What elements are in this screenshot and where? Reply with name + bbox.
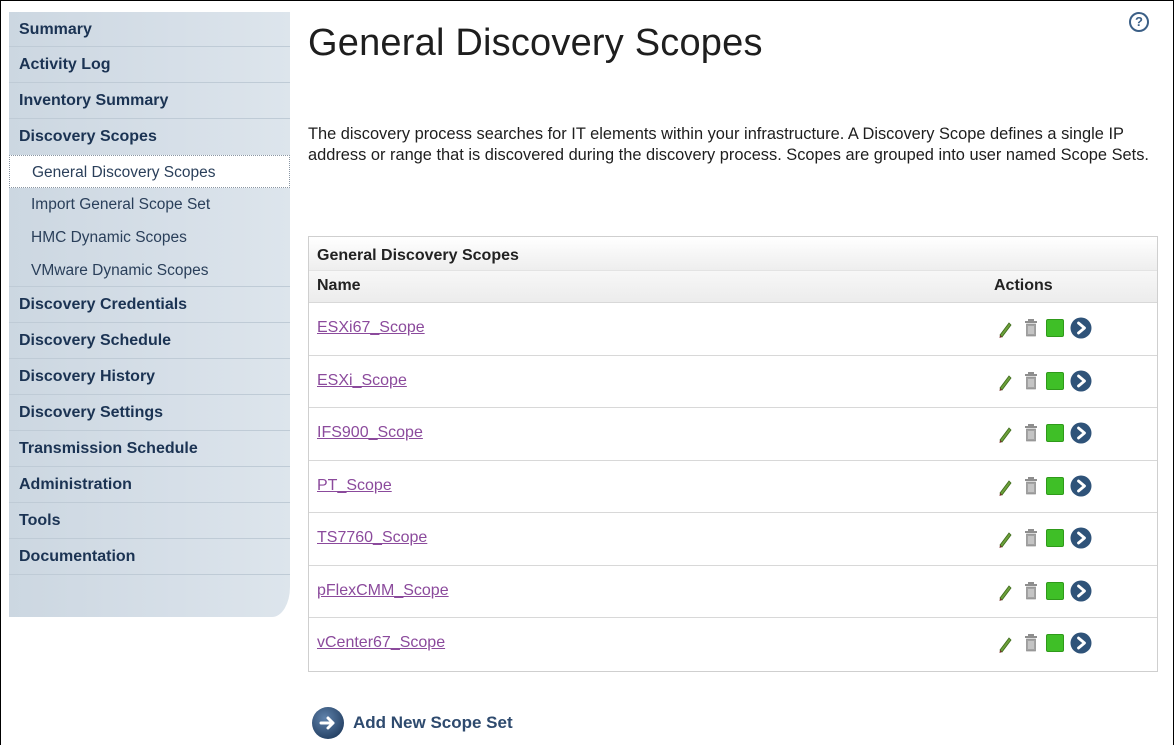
- table-row: PT_Scope: [309, 461, 1157, 513]
- table-row: ESXi67_Scope: [309, 303, 1157, 356]
- table-row: ESXi_Scope: [309, 356, 1157, 408]
- arrow-circle-icon[interactable]: [1070, 475, 1092, 497]
- column-header-actions: Actions: [994, 277, 1053, 294]
- row-actions: [997, 631, 1092, 655]
- column-header-name[interactable]: Name: [317, 271, 361, 301]
- table-row: IFS900_Scope: [309, 408, 1157, 461]
- sidebar-subitem-hmc-dynamic-scopes[interactable]: HMC Dynamic Scopes: [9, 221, 290, 254]
- pencil-icon[interactable]: [997, 526, 1013, 550]
- start-icon[interactable]: [1046, 476, 1064, 495]
- arrow-circle-icon: [311, 706, 345, 740]
- table-caption: General Discovery Scopes: [309, 237, 1157, 271]
- sidebar-subitem-import-general-scope-set[interactable]: Import General Scope Set: [9, 188, 290, 221]
- table-header-row: Name Actions: [309, 271, 1157, 303]
- trash-icon[interactable]: [1023, 316, 1039, 340]
- row-actions: [997, 526, 1092, 550]
- arrow-circle-icon[interactable]: [1070, 317, 1092, 339]
- arrow-circle-icon[interactable]: [1070, 422, 1092, 444]
- sidebar-item-discovery-scopes[interactable]: Discovery Scopes: [9, 119, 290, 155]
- row-actions: [997, 421, 1092, 445]
- sidebar-item-discovery-schedule[interactable]: Discovery Schedule: [9, 323, 290, 359]
- row-actions: [997, 579, 1092, 603]
- scope-set-link[interactable]: pFlexCMM_Scope: [317, 582, 449, 600]
- scope-set-link[interactable]: TS7760_Scope: [317, 529, 427, 547]
- help-icon[interactable]: ?: [1129, 12, 1149, 32]
- trash-icon[interactable]: [1023, 579, 1039, 603]
- sidebar-subitem-general-discovery-scopes[interactable]: General Discovery Scopes: [9, 155, 290, 188]
- start-icon[interactable]: [1046, 424, 1064, 442]
- row-actions: [997, 474, 1092, 498]
- trash-icon[interactable]: [1023, 369, 1039, 393]
- scope-set-link[interactable]: ESXi_Scope: [317, 372, 407, 390]
- trash-icon[interactable]: [1023, 526, 1039, 550]
- pencil-icon[interactable]: [997, 421, 1013, 445]
- trash-icon[interactable]: [1023, 631, 1039, 655]
- start-icon[interactable]: [1046, 634, 1064, 652]
- scopes-table-panel: General Discovery Scopes Name Actions ES…: [308, 236, 1158, 672]
- table-row: TS7760_Scope: [309, 513, 1157, 566]
- row-actions: [997, 316, 1092, 340]
- scope-set-link[interactable]: PT_Scope: [317, 477, 392, 495]
- arrow-circle-icon[interactable]: [1070, 632, 1092, 654]
- table-row: pFlexCMM_Scope: [309, 566, 1157, 618]
- page-description: The discovery process searches for IT el…: [308, 125, 1149, 164]
- scope-set-link[interactable]: vCenter67_Scope: [317, 634, 445, 652]
- trash-icon[interactable]: [1023, 474, 1039, 498]
- sidebar-item-inventory-summary[interactable]: Inventory Summary: [9, 83, 290, 119]
- start-icon[interactable]: [1046, 581, 1064, 600]
- add-new-scope-set-label: Add New Scope Set: [353, 713, 513, 732]
- sidebar-item-discovery-history[interactable]: Discovery History: [9, 359, 290, 395]
- pencil-icon[interactable]: [997, 631, 1013, 655]
- arrow-circle-icon[interactable]: [1070, 527, 1092, 549]
- pencil-icon[interactable]: [997, 369, 1013, 393]
- arrow-circle-icon[interactable]: [1070, 370, 1092, 392]
- sidebar-item-tools[interactable]: Tools: [9, 503, 290, 539]
- scope-set-link[interactable]: ESXi67_Scope: [317, 319, 425, 337]
- start-icon[interactable]: [1046, 319, 1064, 337]
- scope-set-link[interactable]: IFS900_Scope: [317, 424, 423, 442]
- arrow-circle-icon[interactable]: [1070, 580, 1092, 602]
- start-icon[interactable]: [1046, 529, 1064, 547]
- sidebar-item-activity-log[interactable]: Activity Log: [9, 47, 290, 83]
- sidebar-subitem-vmware-dynamic-scopes[interactable]: VMware Dynamic Scopes: [9, 254, 290, 287]
- sidebar-item-documentation[interactable]: Documentation: [9, 539, 290, 575]
- add-new-scope-set-button[interactable]: Add New Scope Set: [311, 705, 513, 741]
- sidebar-item-administration[interactable]: Administration: [9, 467, 290, 503]
- table-row: vCenter67_Scope: [309, 618, 1157, 671]
- sidebar-item-discovery-settings[interactable]: Discovery Settings: [9, 395, 290, 431]
- pencil-icon[interactable]: [997, 316, 1013, 340]
- trash-icon[interactable]: [1023, 421, 1039, 445]
- sidebar-item-summary[interactable]: Summary: [9, 12, 290, 47]
- start-icon[interactable]: [1046, 371, 1064, 390]
- pencil-icon[interactable]: [997, 474, 1013, 498]
- sidebar-item-discovery-credentials[interactable]: Discovery Credentials: [9, 287, 290, 323]
- row-actions: [997, 369, 1092, 393]
- page-title: General Discovery Scopes: [308, 22, 763, 64]
- pencil-icon[interactable]: [997, 579, 1013, 603]
- sidebar: Summary Activity Log Inventory Summary D…: [9, 12, 290, 617]
- sidebar-item-transmission-schedule[interactable]: Transmission Schedule: [9, 431, 290, 467]
